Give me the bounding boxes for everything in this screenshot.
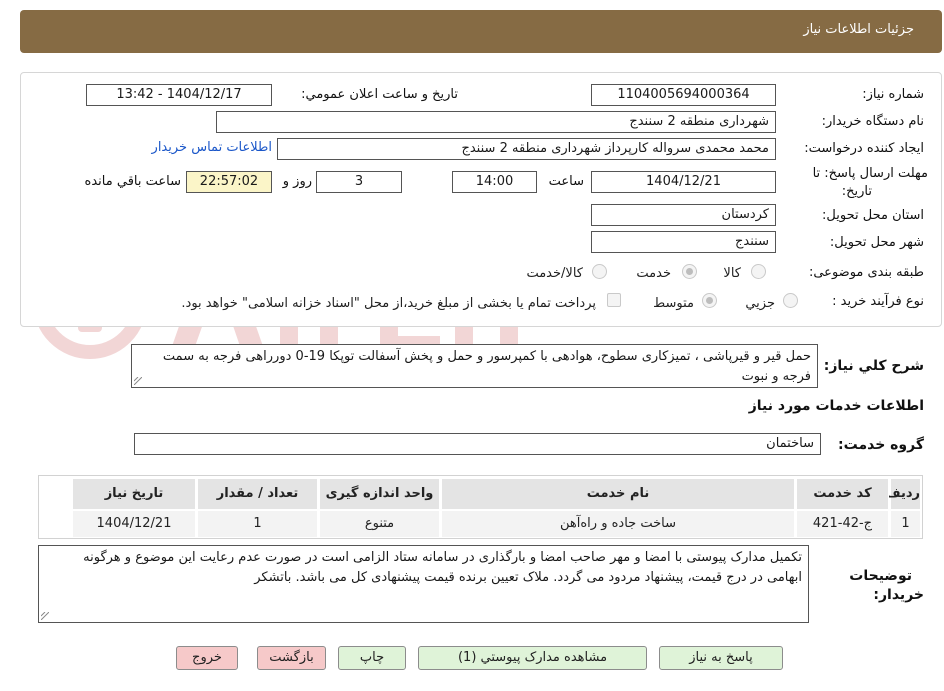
deadline-date-field[interactable]: 1404/12/21 bbox=[591, 171, 776, 193]
cell-service-code: ج-42-421 bbox=[796, 510, 889, 538]
category-radio-goods[interactable] bbox=[751, 264, 766, 279]
category-radio-goods-service[interactable] bbox=[592, 264, 607, 279]
page-header: جزئیات اطلاعات نیاز bbox=[20, 10, 942, 53]
back-button[interactable]: بازگشت bbox=[257, 646, 326, 670]
table-row[interactable]: 1 ج-42-421 ساخت جاده و راه‌آهن متنوع 1 1… bbox=[39, 510, 922, 538]
view-attachments-button[interactable]: مشاهده مدارک پیوستي (1) bbox=[418, 646, 647, 670]
process-medium-label: متوسط bbox=[653, 296, 694, 311]
deadline-time-field[interactable]: 14:00 bbox=[452, 171, 537, 193]
cell-service-name: ساخت جاده و راه‌آهن bbox=[441, 510, 795, 538]
creator-label: ایجاد کننده درخواست: bbox=[804, 141, 924, 156]
buyer-org-field[interactable]: شهرداری منطقه 2 سنندج bbox=[216, 111, 776, 133]
category-goods-service-label: کالا/خدمت bbox=[526, 266, 583, 281]
category-service-label: خدمت bbox=[636, 266, 671, 281]
services-table: ردیف کد خدمت نام خدمت واحد اندازه گیری ت… bbox=[38, 475, 923, 539]
col-header-service-name: نام خدمت bbox=[441, 478, 795, 510]
deadline-date-label: تاریخ: bbox=[841, 184, 872, 199]
cell-unit: متنوع bbox=[319, 510, 440, 538]
process-minor-label: جزیي bbox=[745, 296, 775, 311]
remaining-days-field[interactable]: 3 bbox=[316, 171, 402, 193]
buyer-notes-label-1: توضیحات bbox=[849, 568, 912, 584]
days-label: روز و bbox=[282, 174, 312, 189]
category-radio-service[interactable] bbox=[682, 264, 697, 279]
col-header-quantity: تعداد / مقدار bbox=[197, 478, 318, 510]
need-number-field[interactable]: 1104005694000364 bbox=[591, 84, 776, 106]
cell-row-num: 1 bbox=[890, 510, 921, 538]
city-field[interactable]: سنندج bbox=[591, 231, 776, 253]
process-radio-minor[interactable] bbox=[783, 293, 798, 308]
process-label: نوع فرآیند خرید : bbox=[832, 294, 924, 309]
category-label: طبقه بندی موضوعی: bbox=[808, 265, 924, 280]
remaining-time-field[interactable]: 22:57:02 bbox=[186, 171, 272, 193]
col-header-need-date: تاریخ نیاز bbox=[72, 478, 196, 510]
resize-grip-icon[interactable] bbox=[134, 377, 142, 385]
deadline-time-label: ساعت bbox=[548, 174, 584, 189]
print-button[interactable]: چاپ bbox=[338, 646, 406, 670]
buyer-notes-textarea[interactable]: تکمیل مدارک پیوستی با امضا و مهر صاحب ام… bbox=[38, 545, 809, 623]
announce-date-field[interactable]: 1404/12/17 - 13:42 bbox=[86, 84, 272, 106]
buyer-contact-link[interactable]: اطلاعات تماس خریدار bbox=[152, 140, 272, 155]
city-label: شهر محل تحویل: bbox=[829, 235, 924, 250]
description-text: حمل قیر و قیرپاشی ، تمیزکاری سطوح، هواده… bbox=[162, 349, 811, 384]
services-section-title: اطلاعات خدمات مورد نیاز bbox=[748, 398, 924, 414]
service-group-field[interactable]: ساختمان bbox=[134, 433, 821, 455]
cell-need-date: 1404/12/21 bbox=[72, 510, 196, 538]
col-header-unit: واحد اندازه گیری bbox=[319, 478, 440, 510]
cell-quantity: 1 bbox=[197, 510, 318, 538]
province-label: استان محل تحویل: bbox=[822, 208, 924, 223]
description-label: شرح کلي نیاز: bbox=[823, 358, 924, 374]
announce-date-label: تاریخ و ساعت اعلان عمومي: bbox=[301, 87, 458, 102]
buyer-org-label: نام دستگاه خریدار: bbox=[821, 114, 924, 129]
need-number-label: شماره نیاز: bbox=[862, 87, 924, 102]
page-title: جزئیات اطلاعات نیاز bbox=[803, 22, 914, 37]
exit-button[interactable]: خروج bbox=[176, 646, 238, 670]
treasury-payment-checkbox[interactable] bbox=[607, 293, 621, 307]
buyer-notes-text: تکمیل مدارک پیوستی با امضا و مهر صاحب ام… bbox=[83, 550, 802, 585]
col-header-service-code: کد خدمت bbox=[796, 478, 889, 510]
remaining-time-label: ساعت باقي مانده bbox=[84, 174, 181, 189]
col-header-row-num: ردیف bbox=[885, 478, 921, 510]
province-field[interactable]: کردستان bbox=[591, 204, 776, 226]
resize-grip-icon[interactable] bbox=[41, 612, 49, 620]
process-radio-medium[interactable] bbox=[702, 293, 717, 308]
creator-field[interactable]: محمد محمدی سرواله کارپرداز شهرداری منطقه… bbox=[277, 138, 776, 160]
service-group-label: گروه خدمت: bbox=[838, 437, 924, 453]
description-textarea[interactable]: حمل قیر و قیرپاشی ، تمیزکاری سطوح، هواده… bbox=[131, 344, 818, 388]
treasury-payment-note: پرداخت تمام یا بخشی از مبلغ خرید،از محل … bbox=[181, 296, 596, 311]
table-header-row: ردیف کد خدمت نام خدمت واحد اندازه گیری ت… bbox=[39, 478, 922, 510]
buyer-notes-label-2: خریدار: bbox=[873, 587, 924, 603]
category-goods-label: کالا bbox=[723, 266, 741, 281]
deadline-label: مهلت ارسال پاسخ: تا bbox=[812, 166, 928, 181]
reply-button[interactable]: پاسخ به نیاز bbox=[659, 646, 783, 670]
